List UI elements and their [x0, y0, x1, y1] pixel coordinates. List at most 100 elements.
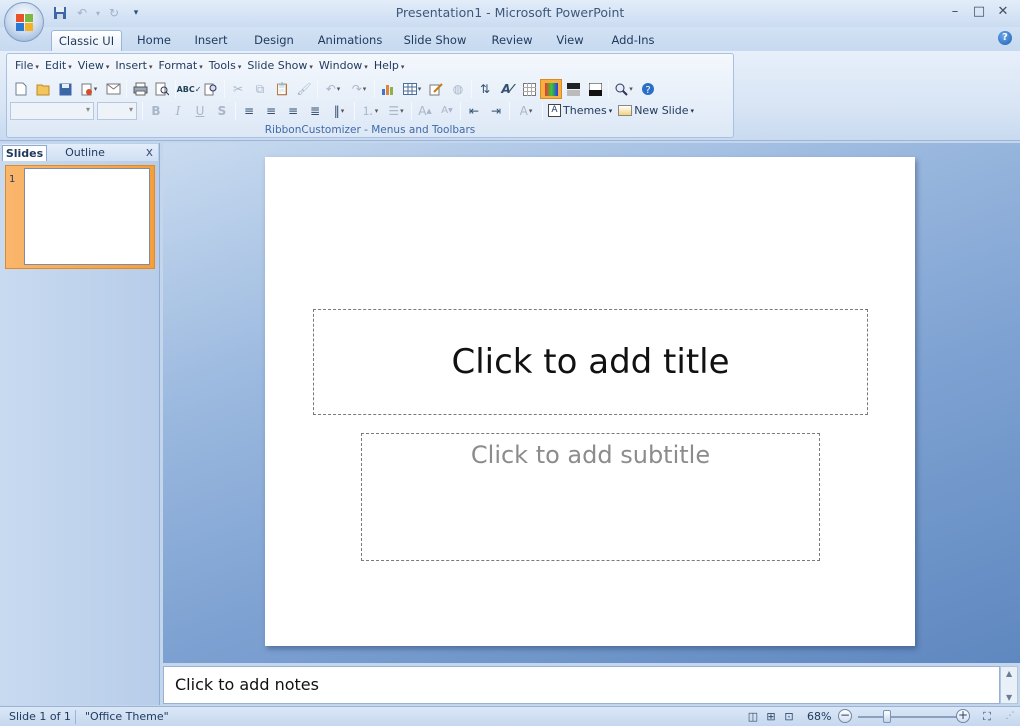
menu-edit[interactable]: Edit ▾ — [42, 57, 75, 75]
research-icon[interactable] — [200, 79, 222, 99]
expand-all-icon[interactable]: ⇅ — [474, 79, 496, 99]
notes-scrollbar[interactable]: ▲ ▼ — [1000, 666, 1018, 704]
email-icon[interactable] — [102, 79, 124, 99]
undo-dropdown-icon[interactable]: ▾ — [94, 4, 102, 22]
title-placeholder[interactable]: Click to add title — [313, 309, 868, 415]
decrease-font-icon[interactable]: A ▼ — [436, 101, 458, 121]
zoom-icon[interactable] — [611, 79, 637, 99]
bullets-icon[interactable]: ☰ — [383, 101, 409, 121]
show-formatting-icon[interactable]: A⁄ — [496, 79, 518, 99]
notes-pane[interactable]: Click to add notes — [163, 666, 1000, 704]
cut-icon[interactable]: ✂ — [227, 79, 249, 99]
color-grayscale-icon[interactable] — [540, 79, 562, 99]
slide-sorter-icon[interactable]: ⊞ — [762, 709, 780, 724]
undo-icon[interactable]: ↶ — [72, 4, 92, 22]
increase-indent-icon[interactable]: ⇥ — [485, 101, 507, 121]
increase-font-icon[interactable]: A ▲ — [414, 101, 436, 121]
align-center-icon[interactable]: ≡ — [260, 101, 282, 121]
slide-number: 1 — [9, 174, 16, 185]
zoom-level[interactable]: 68% — [807, 710, 831, 723]
menu-help[interactable]: Help ▾ — [371, 57, 408, 75]
zoom-out-icon[interactable]: − — [838, 709, 852, 723]
scroll-down-icon[interactable]: ▼ — [1006, 693, 1012, 702]
copy-icon[interactable]: ⧉ — [249, 79, 271, 99]
zoom-slider-track[interactable] — [858, 716, 958, 718]
undo-icon[interactable]: ↶ — [320, 79, 346, 99]
tab-review[interactable]: Review — [489, 30, 535, 51]
save-icon[interactable] — [50, 4, 70, 22]
menu-view[interactable]: View ▾ — [75, 57, 113, 75]
open-icon[interactable] — [32, 79, 54, 99]
menu-file[interactable]: File ▾ — [12, 57, 42, 75]
redo-icon[interactable]: ↻ — [104, 4, 124, 22]
close-button[interactable]: ✕ — [991, 3, 1015, 21]
draw-table-icon[interactable] — [425, 79, 447, 99]
font-color-icon[interactable]: A — [512, 101, 540, 121]
menu-slide-show[interactable]: Slide Show ▾ — [244, 57, 316, 75]
close-pane-icon[interactable]: x — [146, 144, 153, 160]
separator — [374, 80, 375, 98]
tab-slides[interactable]: Slides — [2, 145, 47, 161]
print-icon[interactable] — [129, 79, 151, 99]
grayscale-icon[interactable] — [562, 79, 584, 99]
tab-design[interactable]: Design — [250, 30, 298, 51]
status-bar: Slide 1 of 1 "Office Theme" ◫ ⊞ ⊡ 68% − … — [0, 706, 1020, 726]
tab-animations[interactable]: Animations — [316, 30, 384, 51]
tab-home[interactable]: Home — [133, 30, 175, 51]
tab-slide-show[interactable]: Slide Show — [401, 30, 469, 51]
menu-format[interactable]: Format ▾ — [155, 57, 205, 75]
black-white-icon[interactable] — [584, 79, 606, 99]
menu-tools[interactable]: Tools ▾ — [206, 57, 245, 75]
resize-grip-icon[interactable]: ⋰ — [1001, 709, 1019, 724]
office-button[interactable] — [4, 2, 44, 42]
decrease-indent-icon[interactable]: ⇤ — [463, 101, 485, 121]
normal-view-icon[interactable]: ◫ — [744, 709, 762, 724]
numbering-icon[interactable]: ⒈ — [357, 101, 383, 121]
spelling-icon[interactable]: ABC✓ — [177, 79, 202, 99]
insert-clip-icon[interactable]: ◍ — [447, 79, 469, 99]
tab-add-ins[interactable]: Add-Ins — [607, 30, 659, 51]
maximize-button[interactable]: □ — [967, 3, 991, 21]
scroll-up-icon[interactable]: ▲ — [1006, 669, 1012, 678]
help-icon[interactable]: ? — [637, 79, 659, 99]
redo-icon[interactable]: ↷ — [346, 79, 372, 99]
permission-icon[interactable] — [76, 79, 102, 99]
insert-table-icon[interactable] — [399, 79, 425, 99]
fit-to-window-icon[interactable]: ⛶ — [978, 709, 996, 724]
minimize-button[interactable]: – — [943, 3, 967, 21]
customize-quick-access-icon[interactable]: ▾ — [126, 4, 146, 22]
font-size-select[interactable] — [97, 101, 137, 120]
separator — [317, 80, 318, 98]
align-left-icon[interactable]: ≡ — [238, 101, 260, 121]
tab-classic-ui[interactable]: Classic UI — [51, 30, 122, 51]
subtitle-placeholder[interactable]: Click to add subtitle — [361, 433, 820, 561]
save-icon[interactable] — [54, 79, 76, 99]
tab-insert[interactable]: Insert — [190, 30, 232, 51]
themes-button[interactable]: A Themes ▾ — [545, 101, 615, 121]
menu-window[interactable]: Window ▾ — [316, 57, 371, 75]
new-slide-button[interactable]: New Slide ▾ — [615, 101, 697, 121]
bold-icon[interactable]: B — [145, 101, 167, 121]
formatting-toolbar: B I U S ≡ ≡ ≡ ≣ ‖ ⒈ ☰ A▲ A▼ ⇤ ⇥ A A Them… — [10, 100, 697, 121]
columns-icon[interactable]: ‖ — [326, 101, 352, 121]
slide-show-icon[interactable]: ⊡ — [780, 709, 798, 724]
help-icon[interactable]: ? — [998, 31, 1012, 45]
print-preview-icon[interactable] — [151, 79, 173, 99]
show-grid-icon[interactable] — [518, 79, 540, 99]
font-name-select[interactable] — [10, 101, 94, 120]
slide-thumbnail[interactable] — [24, 168, 150, 265]
format-painter-icon[interactable]: 🖌 — [293, 79, 315, 99]
zoom-in-icon[interactable]: + — [956, 709, 970, 723]
italic-icon[interactable]: I — [167, 101, 189, 121]
tab-outline[interactable]: Outline — [56, 145, 114, 161]
paste-icon[interactable]: 📋 — [271, 79, 293, 99]
tab-view[interactable]: View — [553, 30, 587, 51]
shadow-icon[interactable]: S — [211, 101, 233, 121]
zoom-slider-thumb[interactable] — [883, 710, 891, 723]
underline-icon[interactable]: U — [189, 101, 211, 121]
align-right-icon[interactable]: ≡ — [282, 101, 304, 121]
new-icon[interactable] — [10, 79, 32, 99]
menu-insert[interactable]: Insert ▾ — [112, 57, 155, 75]
justify-icon[interactable]: ≣ — [304, 101, 326, 121]
insert-chart-icon[interactable] — [377, 79, 399, 99]
